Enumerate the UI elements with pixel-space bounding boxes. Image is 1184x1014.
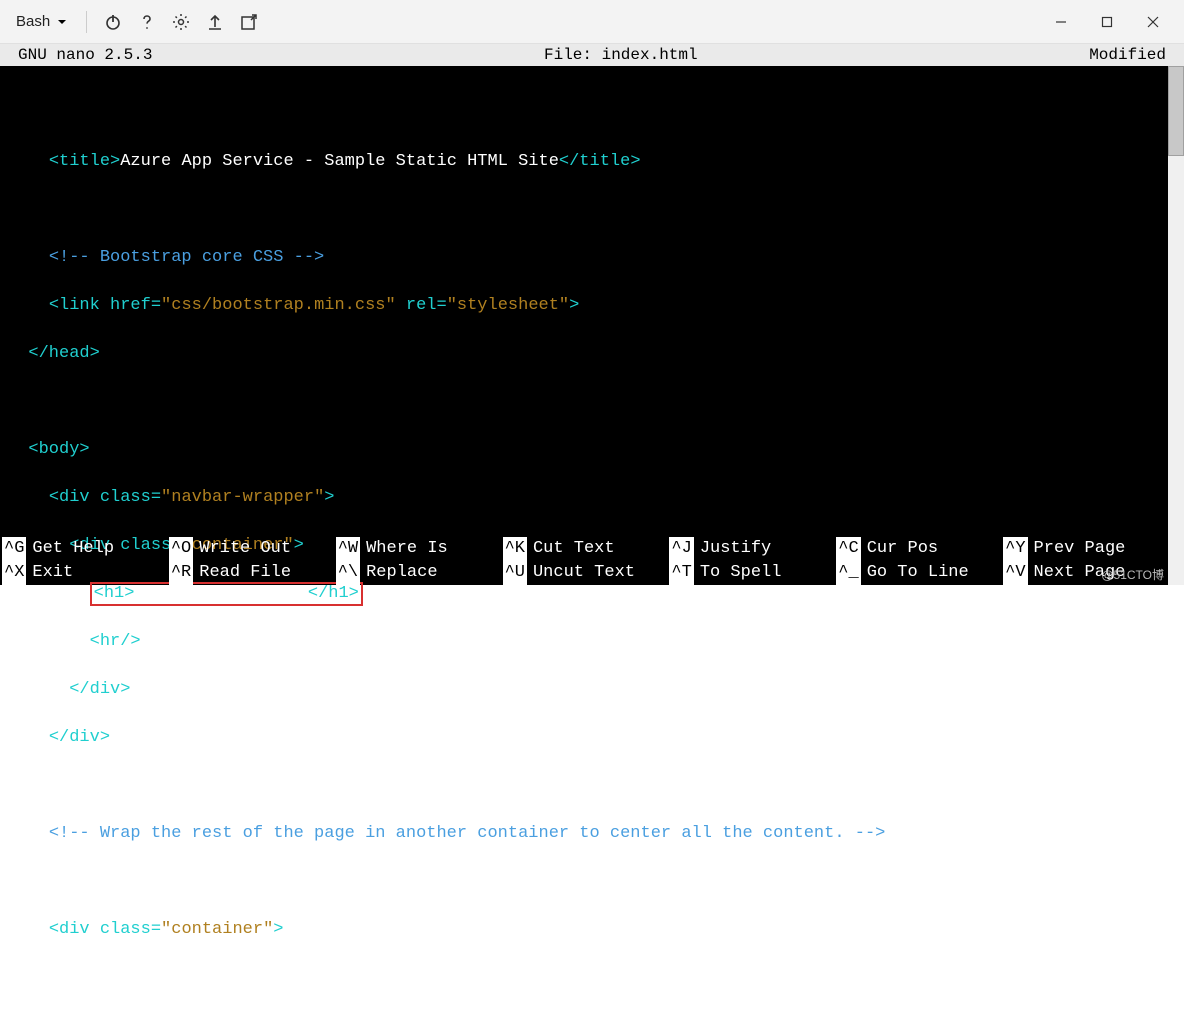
nano-help-bar: ^GGet Help ^OWrite Out ^WWhere Is ^KCut …	[0, 537, 1168, 585]
new-window-icon	[240, 13, 258, 31]
nano-status-bar: GNU nano 2.5.3 File: index.html Modified	[0, 44, 1184, 66]
help-item: ^_Go To Line	[834, 561, 1001, 585]
gear-icon	[172, 13, 190, 31]
help-item: ^WWhere Is	[334, 537, 501, 561]
scrollbar-thumb[interactable]	[1168, 66, 1184, 156]
nano-app-label: GNU nano 2.5.3	[18, 46, 152, 64]
upload-button[interactable]	[199, 6, 231, 38]
help-item: ^YPrev Page	[1001, 537, 1168, 561]
code-line: <hr/>	[8, 630, 1176, 654]
help-item: ^XExit	[0, 561, 167, 585]
close-button[interactable]	[1130, 6, 1176, 38]
code-line: <h1>Azure App Service</h1>	[8, 582, 1176, 606]
help-item: ^RRead File	[167, 561, 334, 585]
help-item: ^TTo Spell	[667, 561, 834, 585]
shell-label: Bash	[16, 13, 50, 30]
help-item: ^\Replace	[334, 561, 501, 585]
nano-modified-label: Modified	[1089, 46, 1166, 64]
cloud-shell-toolbar: Bash	[0, 0, 1184, 44]
new-session-button[interactable]	[233, 6, 265, 38]
restart-button[interactable]	[97, 6, 129, 38]
editor-area[interactable]: <title>Azure App Service - Sample Static…	[0, 66, 1184, 585]
code-line: </head>	[8, 342, 1176, 366]
window-controls	[1038, 6, 1176, 38]
maximize-icon	[1100, 15, 1114, 29]
help-item: ^GGet Help	[0, 537, 167, 561]
maximize-button[interactable]	[1084, 6, 1130, 38]
power-icon	[104, 13, 122, 31]
highlighted-line: <h1>Azure App Service</h1>	[90, 582, 363, 606]
code-line: <div class="navbar-wrapper">	[8, 486, 1176, 510]
code-line	[8, 390, 1176, 414]
help-item: ^OWrite Out	[167, 537, 334, 561]
code-line: </div>	[8, 678, 1176, 702]
help-icon	[138, 13, 156, 31]
separator	[86, 11, 87, 33]
help-item: ^CCur Pos	[834, 537, 1001, 561]
code-line: <!-- Wrap the rest of the page in anothe…	[8, 822, 1176, 846]
chevron-down-icon	[56, 16, 68, 28]
code-line: <body>	[8, 438, 1176, 462]
help-item: ^JJustify	[667, 537, 834, 561]
code-line: <title>Azure App Service - Sample Static…	[8, 150, 1176, 174]
watermark: @51CTO博	[1101, 566, 1164, 583]
close-icon	[1146, 15, 1160, 29]
nano-file-label: File: index.html	[152, 46, 1089, 64]
code-line	[8, 774, 1176, 798]
shell-selector[interactable]: Bash	[8, 9, 76, 34]
help-item: ^KCut Text	[501, 537, 668, 561]
help-button[interactable]	[131, 6, 163, 38]
minimize-button[interactable]	[1038, 6, 1084, 38]
code-line: <div class="container">	[8, 918, 1176, 942]
code-line	[8, 870, 1176, 894]
code-line: <!-- Bootstrap core CSS -->	[8, 246, 1176, 270]
code-line: <link href="css/bootstrap.min.css" rel="…	[8, 294, 1176, 318]
code-line: </div>	[8, 726, 1176, 750]
help-item: ^UUncut Text	[501, 561, 668, 585]
minimize-icon	[1054, 15, 1068, 29]
settings-button[interactable]	[165, 6, 197, 38]
upload-icon	[206, 13, 224, 31]
code-line	[8, 198, 1176, 222]
